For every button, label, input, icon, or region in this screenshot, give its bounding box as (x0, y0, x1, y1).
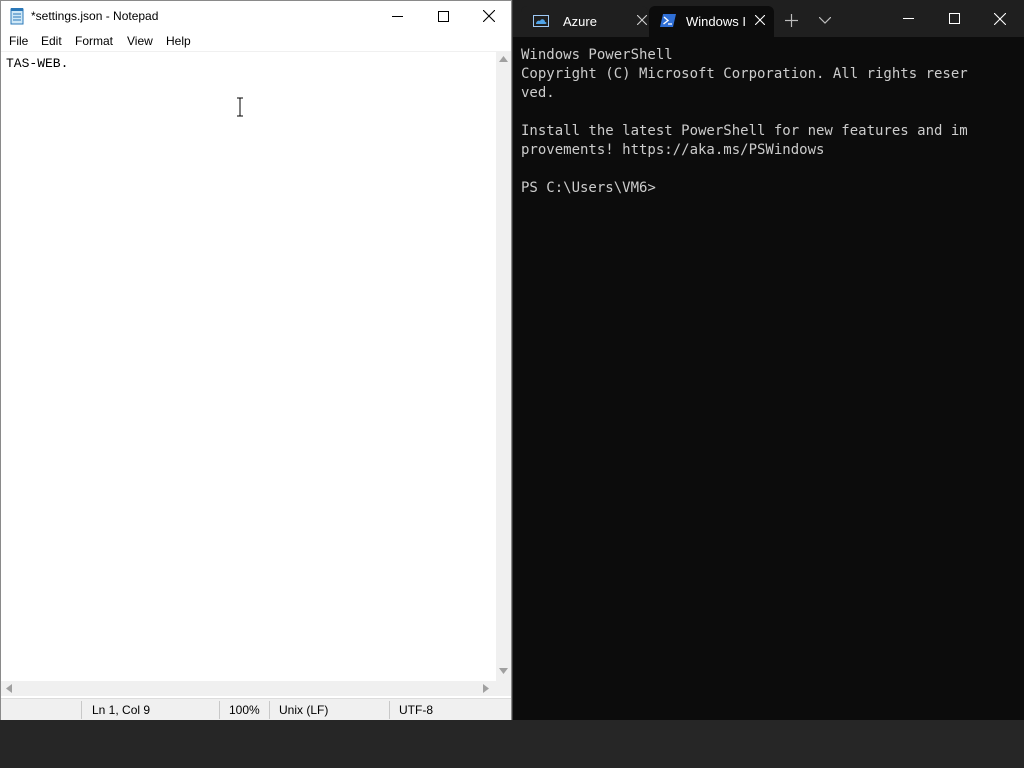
chevron-down-icon (819, 16, 831, 24)
new-tab-button[interactable] (781, 10, 801, 30)
notepad-maximize-button[interactable] (420, 1, 466, 31)
tab-azure[interactable]: Azure (521, 6, 648, 37)
notepad-title-bar[interactable]: *settings.json - Notepad (1, 1, 511, 31)
menu-view[interactable]: View (127, 34, 153, 48)
menu-help[interactable]: Help (166, 34, 191, 48)
terminal-minimize-button[interactable] (885, 0, 931, 37)
scroll-right-icon[interactable] (483, 684, 489, 693)
tab-windows-powershell[interactable]: Windows I (649, 6, 774, 37)
notepad-text-content: TAS-WEB. (6, 56, 69, 71)
status-cursor-position: Ln 1, Col 9 (92, 703, 151, 717)
taskbar (0, 720, 1024, 768)
notepad-text-area[interactable]: TAS-WEB. (1, 51, 496, 681)
scroll-down-icon[interactable] (499, 668, 508, 674)
menu-file[interactable]: File (9, 34, 28, 48)
close-icon (637, 15, 647, 25)
menu-edit[interactable]: Edit (41, 34, 62, 48)
terminal-line: provements! https://aka.ms/PSWindows (521, 142, 825, 158)
notepad-app-icon (10, 8, 24, 25)
status-divider (269, 701, 270, 719)
notepad-minimize-button[interactable] (374, 1, 420, 31)
status-divider (219, 701, 220, 719)
notepad-menu-bar: File Edit Format View Help (1, 31, 511, 51)
tab-windows-powershell-label: Windows I (686, 14, 746, 29)
minimize-icon (902, 18, 914, 19)
maximize-icon (948, 13, 960, 24)
scrollbar-corner (496, 681, 511, 696)
tab-azure-close-button[interactable] (634, 12, 650, 28)
close-icon (994, 12, 1006, 25)
azure-cloud-shell-icon (533, 15, 549, 27)
terminal-line: Install the latest PowerShell for new fe… (521, 123, 968, 139)
powershell-icon (660, 14, 676, 27)
plus-icon (784, 13, 798, 27)
status-zoom: 100% (229, 703, 260, 717)
horizontal-scrollbar[interactable] (1, 681, 496, 696)
terminal-line: Windows PowerShell (521, 47, 673, 63)
terminal-window: Azure Windows I Windows PowerShell Copyr… (512, 0, 1024, 720)
status-line-ending: Unix (LF) (279, 703, 329, 717)
scroll-left-icon[interactable] (6, 684, 12, 693)
close-icon (483, 10, 495, 22)
terminal-maximize-button[interactable] (931, 0, 977, 37)
notepad-status-bar: Ln 1, Col 9 100% Unix (LF) UTF-8 (1, 698, 511, 720)
notepad-window-title: *settings.json - Notepad (31, 9, 159, 23)
tab-azure-label: Azure (563, 14, 597, 29)
status-divider (389, 701, 390, 719)
tab-dropdown-button[interactable] (815, 10, 835, 30)
notepad-close-button[interactable] (466, 1, 512, 31)
text-cursor-icon (237, 97, 243, 117)
terminal-close-button[interactable] (977, 0, 1023, 37)
close-icon (755, 15, 765, 25)
status-divider (81, 701, 82, 719)
terminal-prompt: PS C:\Users\VM6> (521, 180, 656, 196)
terminal-line: ved. (521, 85, 555, 101)
maximize-icon (437, 10, 449, 22)
terminal-line: Copyright (C) Microsoft Corporation. All… (521, 66, 968, 82)
tab-windows-powershell-close-button[interactable] (752, 12, 768, 28)
terminal-output[interactable]: Windows PowerShell Copyright (C) Microso… (513, 37, 1023, 719)
notepad-window: *settings.json - Notepad File Edit Forma… (0, 0, 512, 720)
vertical-scrollbar[interactable] (496, 51, 511, 681)
status-encoding: UTF-8 (399, 703, 433, 717)
scroll-up-icon[interactable] (499, 56, 508, 62)
terminal-tab-bar[interactable]: Azure Windows I (513, 0, 1024, 37)
minimize-icon (391, 15, 403, 17)
menu-format[interactable]: Format (75, 34, 113, 48)
